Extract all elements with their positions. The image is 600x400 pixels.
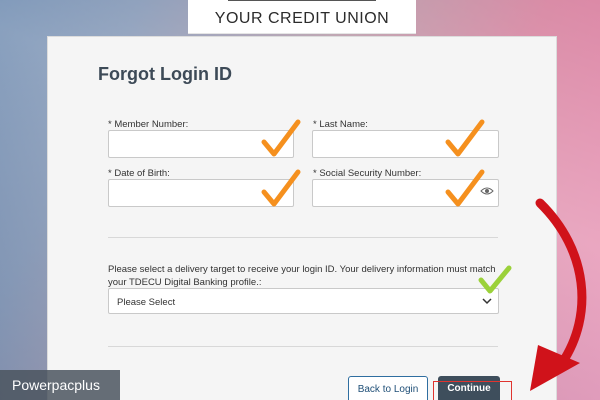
- check-annotation-icon: [445, 169, 485, 207]
- brand-rule: [228, 0, 376, 1]
- last-name-label: * Last Name:: [313, 119, 368, 130]
- divider: [108, 346, 498, 347]
- brand-header: YOUR CREDIT UNION: [188, 0, 416, 34]
- brand-tagline: YOUR CREDIT UNION: [214, 10, 390, 27]
- date-of-birth-label: * Date of Birth:: [108, 168, 170, 179]
- check-annotation-icon: [261, 169, 301, 207]
- divider: [108, 237, 498, 238]
- green-check-annotation-icon: [478, 265, 512, 294]
- member-number-label: * Member Number:: [108, 119, 189, 130]
- chevron-down-icon: [482, 298, 492, 305]
- delivery-target-selected: Please Select: [117, 297, 176, 308]
- delivery-instructions: Please select a delivery target to recei…: [108, 264, 496, 288]
- watermark: Powerpacplus: [0, 370, 120, 400]
- back-to-login-button[interactable]: Back to Login: [348, 376, 428, 400]
- ssn-label: * Social Security Number:: [313, 168, 422, 179]
- check-annotation-icon: [445, 119, 485, 157]
- delivery-target-select[interactable]: Please Select: [108, 288, 499, 314]
- continue-highlight: [433, 381, 512, 400]
- check-annotation-icon: [261, 119, 301, 157]
- page-title: Forgot Login ID: [98, 64, 232, 84]
- red-arrow-annotation-icon: [530, 198, 587, 391]
